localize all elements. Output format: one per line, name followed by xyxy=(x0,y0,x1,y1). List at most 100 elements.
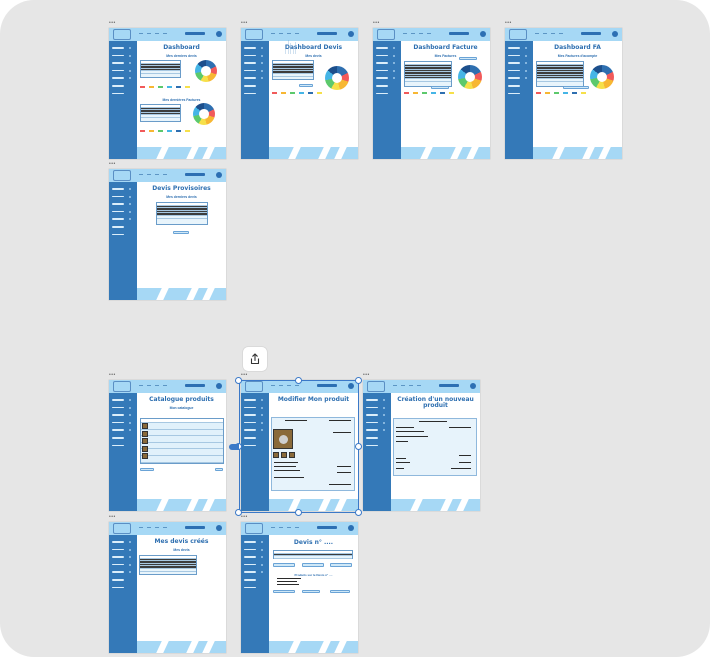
user-icon[interactable] xyxy=(348,31,354,37)
filter-button[interactable] xyxy=(459,57,477,60)
voir-plus-button[interactable] xyxy=(563,86,589,89)
page-title: Devis n° .... xyxy=(293,539,334,546)
factures-legend xyxy=(140,130,220,132)
footer-band xyxy=(269,641,358,653)
frame-label-dashboard-facture[interactable]: ••• xyxy=(373,20,380,26)
page-title: Dashboard Devis xyxy=(284,44,343,51)
sidebar xyxy=(241,41,269,159)
frame-label-mes-devis[interactable]: ••• xyxy=(109,514,116,520)
devis-legend xyxy=(140,86,220,88)
frame-label-dashboard-fa[interactable]: ••• xyxy=(505,20,512,26)
header-button[interactable] xyxy=(581,32,601,35)
frame-label-devis-provisoires[interactable]: ••• xyxy=(109,161,116,167)
footer-band xyxy=(137,147,226,159)
user-icon[interactable] xyxy=(470,383,476,389)
header-button[interactable] xyxy=(317,32,337,35)
header-button[interactable] xyxy=(317,526,337,529)
user-icon[interactable] xyxy=(480,31,486,37)
page-title: Dashboard xyxy=(163,44,200,51)
section-title: Mon catalogue xyxy=(169,406,194,410)
header-button[interactable] xyxy=(185,384,205,387)
voir-plus-button[interactable] xyxy=(431,86,449,89)
resize-handle-top-left[interactable] xyxy=(235,377,242,384)
frame-dashboard-fa[interactable]: ▬▬ ▬▬ ▬▬ ▬▬ Dashboard FA Mes Factures d'aco… xyxy=(505,28,622,159)
resize-handle-top[interactable] xyxy=(295,377,302,384)
page-title: Création d'un nouveau produit xyxy=(397,396,474,410)
page-title: Dashboard Facture xyxy=(413,44,478,51)
section-title: Mes derniers devis xyxy=(166,195,197,199)
frame-label-catalogue[interactable]: ••• xyxy=(109,372,116,378)
frame-devis-n[interactable]: ▬▬ ▬▬ ▬▬ ▬▬ Devis n° .... Produits sur le D… xyxy=(241,522,358,653)
header-bar: ▬▬ ▬▬ ▬▬ ▬▬ xyxy=(363,380,480,393)
user-icon[interactable] xyxy=(216,383,222,389)
header-button[interactable] xyxy=(185,32,205,35)
section-title: Mes devis xyxy=(173,548,190,552)
frame-label-creation-produit[interactable]: ••• xyxy=(363,372,370,378)
frame-label-dashboard[interactable]: ••• xyxy=(109,20,116,26)
user-icon[interactable] xyxy=(216,525,222,531)
footer-band xyxy=(391,499,480,511)
add-product-button[interactable] xyxy=(215,468,223,471)
frame-dashboard-devis[interactable]: ▬▬ ▬▬ ▬▬ ▬▬ Dashboard Devis Mes devis xyxy=(241,28,358,159)
share-icon xyxy=(250,353,260,365)
header-button[interactable] xyxy=(449,32,469,35)
logo-icon xyxy=(245,523,263,534)
frame-mes-devis-crees[interactable]: ▬▬ ▬▬ ▬▬ ▬▬ Mes devis créés Mes devis xyxy=(109,522,226,653)
bottom-button-3[interactable] xyxy=(330,590,350,593)
resize-handle-top-right[interactable] xyxy=(355,377,362,384)
sidebar xyxy=(363,393,391,511)
sidebar xyxy=(241,535,269,653)
user-icon[interactable] xyxy=(612,31,618,37)
footer-band xyxy=(137,288,226,300)
frame-dashboard-facture[interactable]: ▬▬ ▬▬ ▬▬ ▬▬ Dashboard Facture Mes Factures xyxy=(373,28,490,159)
sidebar xyxy=(373,41,401,159)
frame-creation-produit[interactable]: ▬▬ ▬▬ ▬▬ ▬▬ Création d'un nouveau produit xyxy=(363,380,480,511)
header-button[interactable] xyxy=(439,384,459,387)
logo-icon xyxy=(113,29,131,40)
page-title: Catalogue produits xyxy=(149,396,214,403)
resize-handle-right[interactable] xyxy=(355,443,362,450)
bottom-button-2[interactable] xyxy=(302,590,320,593)
bottom-button-1[interactable] xyxy=(273,590,295,593)
products-section-title: Produits sur le Devis n° .... xyxy=(294,573,333,577)
user-icon[interactable] xyxy=(348,525,354,531)
devis-donut-chart xyxy=(195,60,217,82)
catalogue-table xyxy=(140,418,224,464)
prototype-connector-handle[interactable] xyxy=(229,444,239,450)
header-bar: ▬▬ ▬▬ ▬▬ ▬▬ xyxy=(241,522,358,535)
user-icon[interactable] xyxy=(216,31,222,37)
resize-handle-bottom-left[interactable] xyxy=(235,509,242,516)
voir-plus-button[interactable] xyxy=(173,231,189,234)
resize-handle-bottom-right[interactable] xyxy=(355,509,362,516)
section-title-factures: Mes dernières Factures xyxy=(162,98,201,102)
action-button-2[interactable] xyxy=(302,563,324,567)
frame-catalogue-produits[interactable]: ▬▬ ▬▬ ▬▬ ▬▬ Catalogue produits Mon catalogu… xyxy=(109,380,226,511)
share-button[interactable] xyxy=(243,347,267,371)
resize-handle-bottom[interactable] xyxy=(295,509,302,516)
voir-plus-button[interactable] xyxy=(299,84,313,87)
action-button-1[interactable] xyxy=(273,563,295,567)
header-button[interactable] xyxy=(185,173,205,176)
selection-box[interactable] xyxy=(239,380,359,513)
frame-label-dashboard-devis[interactable]: ••• xyxy=(241,20,248,26)
frame-label-modifier-produit[interactable]: ••• xyxy=(241,372,248,378)
design-canvas[interactable]: ••• ••• ••• ••• ••• ••• ••• ••• ••• ••• … xyxy=(0,0,710,657)
logo-icon xyxy=(113,523,131,534)
footer-band xyxy=(533,147,622,159)
page-title: Mes devis créés xyxy=(154,538,209,545)
section-title: Mes devis xyxy=(305,54,322,58)
footer-band xyxy=(137,641,226,653)
logo-icon xyxy=(113,381,131,392)
user-icon[interactable] xyxy=(216,172,222,178)
frame-label-devis-n[interactable]: ••• xyxy=(241,514,248,520)
section-title-devis: Mes derniers devis xyxy=(166,54,197,58)
logo-icon xyxy=(367,381,385,392)
sidebar xyxy=(109,535,137,653)
devis-table xyxy=(140,60,181,78)
fa-table xyxy=(536,61,584,87)
action-button-3[interactable] xyxy=(330,563,352,567)
frame-dashboard[interactable]: ▬▬ ▬▬ ▬▬ ▬▬ Dashboard Mes derniers devis Me… xyxy=(109,28,226,159)
pagination[interactable] xyxy=(140,468,154,471)
header-button[interactable] xyxy=(185,526,205,529)
frame-devis-provisoires[interactable]: ▬▬ ▬▬ ▬▬ ▬▬ Devis Provisoires Mes derniers … xyxy=(109,169,226,300)
